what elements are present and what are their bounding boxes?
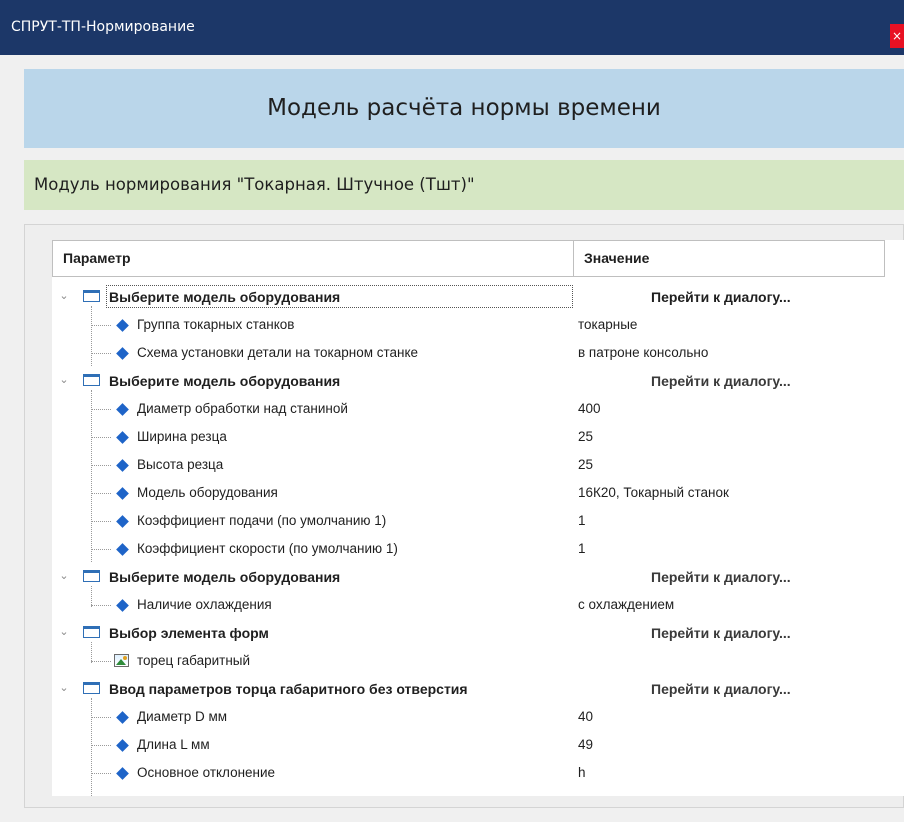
param-row[interactable]: торец габаритный <box>52 647 904 675</box>
image-icon-mountain <box>116 659 126 665</box>
param-label: Группа токарных станков <box>137 317 295 332</box>
param-value[interactable]: в патроне консольно <box>578 339 708 367</box>
param-value[interactable]: с охлаждением <box>578 591 674 619</box>
param-label: Коэффициент подачи (по умолчанию 1) <box>137 513 387 528</box>
param-value[interactable]: 40 <box>578 703 593 731</box>
chevron-down-icon[interactable]: ⌄ <box>57 622 71 642</box>
group-box-icon <box>83 374 100 386</box>
diamond-icon <box>116 599 129 612</box>
diamond-icon <box>116 347 129 360</box>
param-label: Ширина резца <box>137 429 227 444</box>
param-label: Длина L мм <box>137 737 210 752</box>
param-value[interactable]: 1 <box>578 535 586 563</box>
diamond-icon <box>116 515 129 528</box>
column-header-value[interactable]: Значение <box>573 240 885 277</box>
diamond-icon <box>116 487 129 500</box>
column-header-param[interactable]: Параметр <box>52 240 574 277</box>
parameter-grid[interactable]: Параметр Значение ⌄ Выберите модель обор… <box>52 240 904 796</box>
param-row[interactable]: Диаметр обработки над станиной 400 <box>52 395 904 423</box>
module-label: Модуль нормирования "Токарная. Штучное (… <box>34 175 475 194</box>
param-value[interactable]: 16К20, Токарный станок <box>578 479 729 507</box>
header-panel: Модель расчёта нормы времени <box>24 69 904 148</box>
param-label: торец габаритный <box>137 653 251 668</box>
group-row[interactable]: ⌄ Выбор элемента форм Перейти к диалогу.… <box>52 619 904 647</box>
module-panel: Модуль нормирования "Токарная. Штучное (… <box>24 160 904 210</box>
param-value[interactable]: 400 <box>578 395 601 423</box>
group-row[interactable]: ⌄ Выберите модель оборудования Перейти к… <box>52 367 904 395</box>
group-label: Выберите модель оборудования <box>109 569 341 585</box>
group-row[interactable]: ⌄ Выберите модель оборудования Перейти к… <box>52 563 904 591</box>
param-row[interactable]: Модель оборудования 16К20, Токарный стан… <box>52 479 904 507</box>
diamond-icon <box>116 459 129 472</box>
group-box-icon <box>83 290 100 302</box>
param-value[interactable]: 1 <box>578 507 586 535</box>
diamond-icon <box>116 319 129 332</box>
diamond-icon <box>116 739 129 752</box>
chevron-down-icon[interactable]: ⌄ <box>57 370 71 390</box>
param-row[interactable]: Длина L мм 49 <box>52 731 904 759</box>
param-row[interactable]: Наличие охлаждения с охлаждением <box>52 591 904 619</box>
param-row[interactable]: Группа токарных станков токарные <box>52 311 904 339</box>
param-label: Коэффициент скорости (по умолчанию 1) <box>137 541 398 556</box>
param-label: Диаметр D мм <box>137 709 228 724</box>
param-row[interactable]: Схема установки детали на токарном станк… <box>52 339 904 367</box>
open-dialog-link[interactable]: Перейти к диалогу... <box>651 563 791 591</box>
group-row[interactable]: ⌄ Выберите модель оборудования Перейти к… <box>52 283 904 311</box>
param-label: Диаметр обработки над станиной <box>137 401 348 416</box>
title-bar: СПРУТ-ТП-Нормирование × <box>0 0 904 55</box>
param-row[interactable]: Высота резца 25 <box>52 451 904 479</box>
image-icon <box>114 654 129 667</box>
diamond-icon <box>116 543 129 556</box>
open-dialog-link[interactable]: Перейти к диалогу... <box>651 367 791 395</box>
param-row[interactable]: Ширина резца 25 <box>52 423 904 451</box>
open-dialog-link[interactable]: Перейти к диалогу... <box>651 675 791 703</box>
diamond-icon <box>116 767 129 780</box>
group-label: Выбор элемента форм <box>109 625 269 641</box>
param-label: Высота резца <box>137 457 224 472</box>
group-box-icon <box>83 570 100 582</box>
close-button[interactable]: × <box>890 24 904 48</box>
diamond-icon <box>116 403 129 416</box>
param-row[interactable]: Коэффициент подачи (по умолчанию 1) 1 <box>52 507 904 535</box>
diamond-icon <box>116 711 129 724</box>
chevron-down-icon[interactable]: ⌄ <box>57 286 71 306</box>
param-row[interactable]: Основное отклонение h <box>52 759 904 787</box>
group-label: Выберите модель оборудования <box>109 373 341 389</box>
param-label: Наличие охлаждения <box>137 597 272 612</box>
param-value[interactable]: 25 <box>578 423 593 451</box>
window-title: СПРУТ-ТП-Нормирование <box>11 19 195 35</box>
chevron-down-icon[interactable]: ⌄ <box>57 566 71 586</box>
param-value[interactable]: 49 <box>578 731 593 759</box>
group-label: Выберите модель оборудования <box>109 289 341 305</box>
diamond-icon <box>116 431 129 444</box>
param-row[interactable]: Коэффициент скорости (по умолчанию 1) 1 <box>52 535 904 563</box>
group-box-icon <box>83 682 100 694</box>
param-row[interactable]: Диаметр D мм 40 <box>52 703 904 731</box>
chevron-down-icon[interactable]: ⌄ <box>57 678 71 698</box>
open-dialog-link[interactable]: Перейти к диалогу... <box>651 619 791 647</box>
page-title: Модель расчёта нормы времени <box>267 95 661 121</box>
group-label: Ввод параметров торца габаритного без от… <box>109 681 468 697</box>
param-value[interactable]: 25 <box>578 451 593 479</box>
param-value[interactable]: h <box>578 759 586 787</box>
param-label: Схема установки детали на токарном станк… <box>137 345 419 360</box>
group-box-icon <box>83 626 100 638</box>
group-row[interactable]: ⌄ Ввод параметров торца габаритного без … <box>52 675 904 703</box>
param-label: Модель оборудования <box>137 485 278 500</box>
open-dialog-link[interactable]: Перейти к диалогу... <box>651 283 791 311</box>
param-value[interactable]: токарные <box>578 311 637 339</box>
param-label: Основное отклонение <box>137 765 276 780</box>
